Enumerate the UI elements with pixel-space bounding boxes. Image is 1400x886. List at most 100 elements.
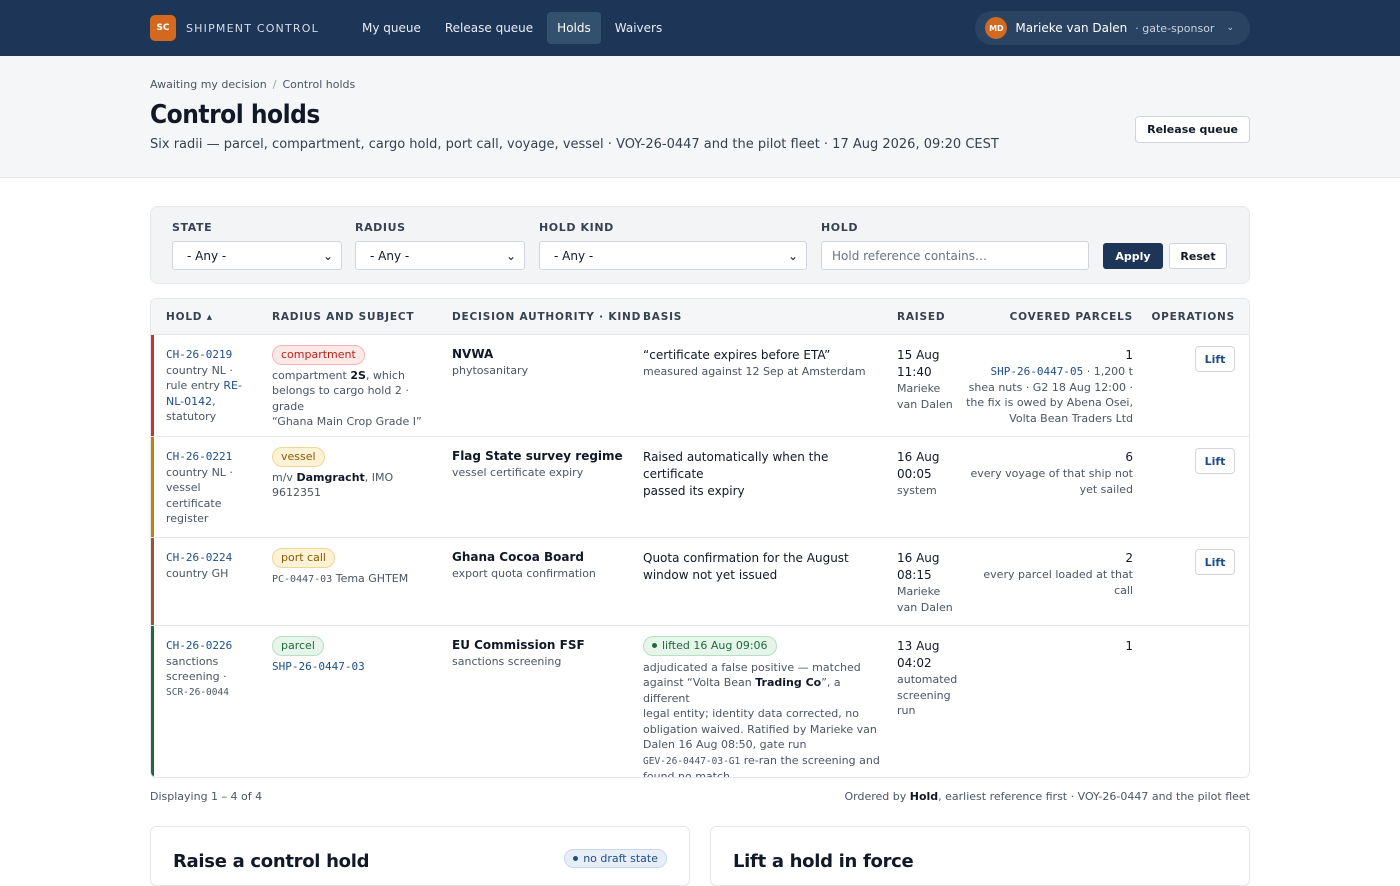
authority-kind: phytosanitary xyxy=(452,363,529,377)
hold-detail: rule entry RE- xyxy=(166,378,256,394)
hold-cell: CH-26-0226 sanctions screening · SCR-26-… xyxy=(166,638,256,700)
avatar: MD xyxy=(985,17,1008,39)
parcel-link[interactable]: SHP-26-0447-05 xyxy=(990,365,1083,378)
reset-button[interactable]: Reset xyxy=(1169,243,1227,269)
lifted-text: lifted 16 Aug 09:06 xyxy=(662,639,768,652)
col-authority: DECISION AUTHORITY · KIND xyxy=(452,311,642,323)
raise-hold-card: Raise a control hold no draft state xyxy=(150,826,690,886)
table-row: CH-26-0226 sanctions screening · SCR-26-… xyxy=(151,626,1249,777)
basis-detail: legal entity; identity data corrected, n… xyxy=(643,707,859,720)
authority-name: Flag State survey regime xyxy=(452,449,623,463)
hold-kind-filter: HOLD KIND - Any - ⌄ xyxy=(539,221,807,270)
radius-cell: compartment compartment 2S, which belong… xyxy=(272,345,442,430)
radius-badge: port call xyxy=(272,548,335,568)
hold-cell: CH-26-0219 country NL · rule entry RE- N… xyxy=(166,347,256,425)
radius-badge: compartment xyxy=(272,345,365,365)
ordering-note: Ordered by Hold, earliest reference firs… xyxy=(844,790,1250,803)
basis-cell: lifted 16 Aug 09:06 adjudicated a false … xyxy=(643,636,883,778)
page-header: Awaiting my decision / Control holds Con… xyxy=(0,56,1400,178)
brand[interactable]: SC SHIPMENT CONTROL xyxy=(150,15,352,41)
col-hold[interactable]: HOLD ▴ xyxy=(166,311,213,323)
user-menu[interactable]: MD Marieke van Dalen · gate-sponsor ⌄ xyxy=(975,11,1250,45)
state-filter: STATE - Any - ⌄ xyxy=(172,221,342,270)
subject-part: Tema GHTEM xyxy=(332,571,409,585)
covered-detail: call xyxy=(1114,583,1133,597)
basis-detail: adjudicated a false positive — matched xyxy=(643,660,861,674)
basis-part: against “Volta Bean xyxy=(643,676,756,689)
table-row: CH-26-0224 country GH port call PC-0447-… xyxy=(151,538,1249,626)
rule-entry-link[interactable]: RE- xyxy=(223,379,242,392)
row-accent xyxy=(151,335,154,436)
hold-detail: statutory xyxy=(166,410,217,423)
authority-name: NVWA xyxy=(452,347,494,361)
hold-cell: CH-26-0221 country NL · vessel certifica… xyxy=(166,449,256,527)
lift-button[interactable]: Lift xyxy=(1195,346,1235,372)
nav-holds[interactable]: Holds xyxy=(547,12,601,44)
release-queue-button[interactable]: Release queue xyxy=(1135,116,1250,143)
brand-logo: SC xyxy=(150,15,176,41)
apply-button[interactable]: Apply xyxy=(1103,243,1163,269)
lift-button[interactable]: Lift xyxy=(1195,448,1235,474)
radius-cell: vessel m/v Damgracht, IMO 9612351 xyxy=(272,447,442,501)
covered-count: 1 xyxy=(1125,348,1133,362)
subject-part: m/v xyxy=(272,470,297,484)
lifted-badge: lifted 16 Aug 09:06 xyxy=(643,636,777,656)
radius-label: RADIUS xyxy=(355,221,406,234)
nav-waivers[interactable]: Waivers xyxy=(605,12,672,44)
hold-search-input[interactable]: Hold reference contains… xyxy=(821,241,1089,270)
hold-detail: screening · xyxy=(166,670,227,683)
raised-by: automated xyxy=(897,673,958,686)
hold-detail: country GH xyxy=(166,566,229,580)
radius-select[interactable]: - Any - ⌄ xyxy=(355,241,525,270)
breadcrumb-separator: / xyxy=(272,78,277,91)
authority-cell: Ghana Cocoa Board export quota confirmat… xyxy=(452,550,632,581)
basis-detail: found no match xyxy=(643,770,731,778)
table-header: HOLD ▴ RADIUS AND SUBJECT DECISION AUTHO… xyxy=(151,299,1249,335)
basis-cell: Raised automatically when the certificat… xyxy=(643,449,883,500)
basis-detail: GEV-26-0447-03-G1 re-ran the screening a… xyxy=(643,753,883,770)
covered-detail: yet sailed xyxy=(1079,482,1133,496)
draft-text: no draft state xyxy=(583,852,658,865)
covered-detail: Volta Bean Traders Ltd xyxy=(1009,411,1133,425)
lift-hold-title: Lift a hold in force xyxy=(733,851,914,872)
subject-part: Damgracht xyxy=(296,470,365,484)
authority-name: EU Commission FSF xyxy=(452,638,585,652)
covered-count: 1 xyxy=(1125,639,1133,653)
user-role: · gate-sponsor xyxy=(1135,21,1215,35)
basis-text: “certificate expires before ETA” xyxy=(643,348,831,362)
status-dot-icon xyxy=(652,643,657,649)
lift-button[interactable]: Lift xyxy=(1195,549,1235,575)
nav-release-queue[interactable]: Release queue xyxy=(435,12,543,44)
covered-part: · 1,200 t xyxy=(1083,365,1133,378)
authority-kind: vessel certificate expiry xyxy=(452,465,584,479)
page-subtitle: Six radii — parcel, compartment, cargo h… xyxy=(150,137,999,152)
breadcrumb-parent[interactable]: Awaiting my decision xyxy=(150,78,267,91)
hold-ref-link[interactable]: CH-26-0224 xyxy=(166,550,256,566)
hold-kind-select[interactable]: - Any - ⌄ xyxy=(539,241,807,270)
row-accent xyxy=(151,538,154,625)
hold-detail: certificate xyxy=(166,496,222,510)
nav-my-queue[interactable]: My queue xyxy=(352,12,431,44)
subject-text: compartment 2S, which xyxy=(272,368,442,384)
hold-ref-link[interactable]: CH-26-0226 xyxy=(166,638,256,654)
breadcrumb: Awaiting my decision / Control holds xyxy=(150,78,1250,91)
hold-ref-link[interactable]: CH-26-0219 xyxy=(166,347,256,363)
basis-part: Trading Co xyxy=(755,676,822,689)
hold-ref-link[interactable]: CH-26-0221 xyxy=(166,449,256,465)
col-raised: RAISED xyxy=(897,311,946,323)
col-basis: BASIS xyxy=(643,311,683,323)
basis-detail: obligation waived. Ratified by Marieke v… xyxy=(643,722,877,736)
hold-kind-label: HOLD KIND xyxy=(539,221,614,234)
authority-kind: export quota confirmation xyxy=(452,566,596,580)
chevron-down-icon: ⌄ xyxy=(322,248,333,263)
state-select[interactable]: - Any - ⌄ xyxy=(172,241,342,270)
rule-entry-link[interactable]: NL-0142 xyxy=(166,395,212,408)
subject-text: PC-0447-03 Tema GHTEM xyxy=(272,571,442,588)
table-row: CH-26-0221 country NL · vessel certifica… xyxy=(151,437,1249,538)
status-dot-icon xyxy=(573,856,579,861)
parcel-link[interactable]: SHP-26-0447-03 xyxy=(272,659,442,675)
subject-part: 2S xyxy=(350,368,366,382)
hold-detail: vessel xyxy=(166,481,201,494)
raised-by: screening xyxy=(897,688,951,702)
hold-cell: CH-26-0224 country GH xyxy=(166,550,256,581)
